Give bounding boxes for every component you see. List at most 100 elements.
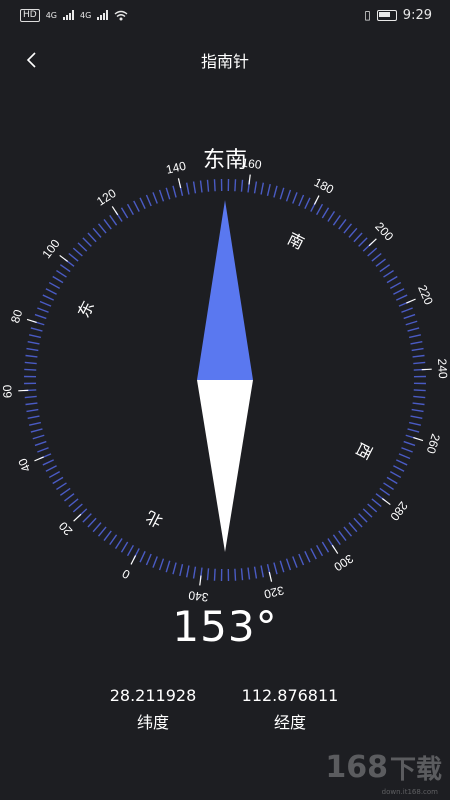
compass-tick	[82, 237, 92, 247]
compass-tick	[92, 227, 102, 238]
compass-tick	[298, 553, 305, 566]
compass-tick	[24, 368, 37, 371]
compass-tick	[27, 340, 40, 345]
compass-tick	[343, 526, 353, 537]
compass-major-tick	[313, 195, 320, 205]
compass-tick	[348, 227, 358, 238]
compass-tick	[353, 517, 363, 528]
compass-tick	[28, 421, 42, 426]
compass-tick	[401, 307, 413, 313]
compass-tick	[379, 487, 391, 496]
compass-tick	[103, 530, 112, 541]
compass-tick	[292, 556, 298, 568]
latitude-value: 28.211928	[109, 686, 197, 705]
compass-tick	[266, 183, 271, 197]
watermark-url: down.it168.com	[381, 788, 438, 796]
compass-tick	[120, 207, 129, 219]
compass-tick	[39, 300, 52, 307]
compass-tick	[152, 556, 158, 568]
compass-needle	[197, 200, 253, 552]
compass-tick	[407, 428, 420, 433]
compass-tick	[375, 258, 386, 267]
compass-tick	[403, 313, 416, 320]
compass-tick	[185, 182, 190, 195]
compass-tick	[412, 354, 425, 358]
compass-tick	[158, 558, 165, 571]
compass-tick	[103, 219, 112, 230]
compass-tick	[316, 203, 324, 216]
compass-tick	[383, 482, 394, 491]
compass-degree-label: 260	[424, 432, 443, 456]
compass-tick	[25, 354, 38, 358]
compass-tick	[405, 320, 418, 326]
compass-tick	[408, 334, 422, 339]
compass-tick	[126, 544, 134, 557]
compass-tick	[386, 275, 398, 284]
compass-tick	[413, 395, 426, 399]
compass-tick	[172, 185, 177, 198]
compass-tick	[316, 544, 324, 557]
compass-tick	[152, 192, 158, 204]
compass-tick	[56, 269, 67, 278]
watermark-text: 168	[325, 750, 388, 785]
compass-tick	[109, 534, 118, 546]
compass-major-tick	[130, 555, 137, 565]
compass-tick	[234, 179, 237, 192]
compass-tick	[321, 207, 330, 219]
compass-tick	[410, 340, 423, 345]
compass-major-tick	[381, 498, 391, 506]
compass-tick	[408, 421, 422, 426]
compass-tick	[30, 327, 43, 332]
compass-tick	[285, 189, 292, 202]
compass-major-tick	[413, 437, 424, 442]
compass-tick	[59, 487, 71, 496]
compass-degree-label: 0	[120, 566, 133, 582]
compass-tick	[332, 214, 341, 226]
compass-tick	[298, 194, 305, 207]
compass-tick	[48, 281, 61, 289]
compass-tick	[338, 530, 347, 541]
compass-major-tick	[26, 318, 37, 323]
compass-tick	[273, 562, 278, 575]
compass-tick	[145, 553, 152, 566]
compass-tick	[304, 197, 311, 210]
longitude-block: 112.876811 经度	[210, 686, 370, 733]
compass-tick	[371, 498, 382, 508]
compass-degree-label: 200	[372, 219, 396, 243]
needle-north	[197, 200, 253, 380]
compass-tick	[260, 182, 265, 195]
compass-degree-label: 120	[94, 186, 119, 209]
compass-tick	[411, 347, 424, 352]
compass-tick	[234, 568, 237, 581]
compass-major-tick	[331, 544, 339, 554]
compass-tick	[37, 447, 49, 453]
compass-degree-label: 320	[262, 583, 285, 601]
compass-major-tick	[73, 513, 82, 522]
compass-tick	[379, 264, 391, 273]
compass-tick	[292, 192, 298, 204]
compass-tick	[26, 408, 39, 413]
compass-major-tick	[59, 254, 69, 262]
compass-tick	[362, 508, 373, 518]
compass-tick	[24, 395, 37, 399]
compass-tick	[30, 428, 43, 433]
compass-tick	[27, 415, 40, 420]
compass-tick	[389, 281, 402, 289]
longitude-value: 112.876811	[241, 686, 339, 705]
compass-tick	[87, 232, 97, 243]
compass-tick	[158, 189, 165, 202]
compass-major-tick	[111, 206, 119, 216]
compass-tick	[412, 402, 425, 406]
compass-tick	[393, 288, 405, 295]
compass-tick	[321, 541, 330, 553]
compass-tick	[24, 361, 37, 365]
compass-tick	[97, 526, 107, 537]
compass-tick	[410, 415, 423, 420]
compass-tick	[120, 541, 129, 553]
compass-tick	[206, 179, 210, 192]
compass-tick	[371, 252, 382, 262]
compass-tick	[26, 347, 39, 352]
compass-major-tick	[177, 178, 182, 189]
compass-tick	[179, 563, 184, 577]
needle-south	[197, 380, 253, 552]
